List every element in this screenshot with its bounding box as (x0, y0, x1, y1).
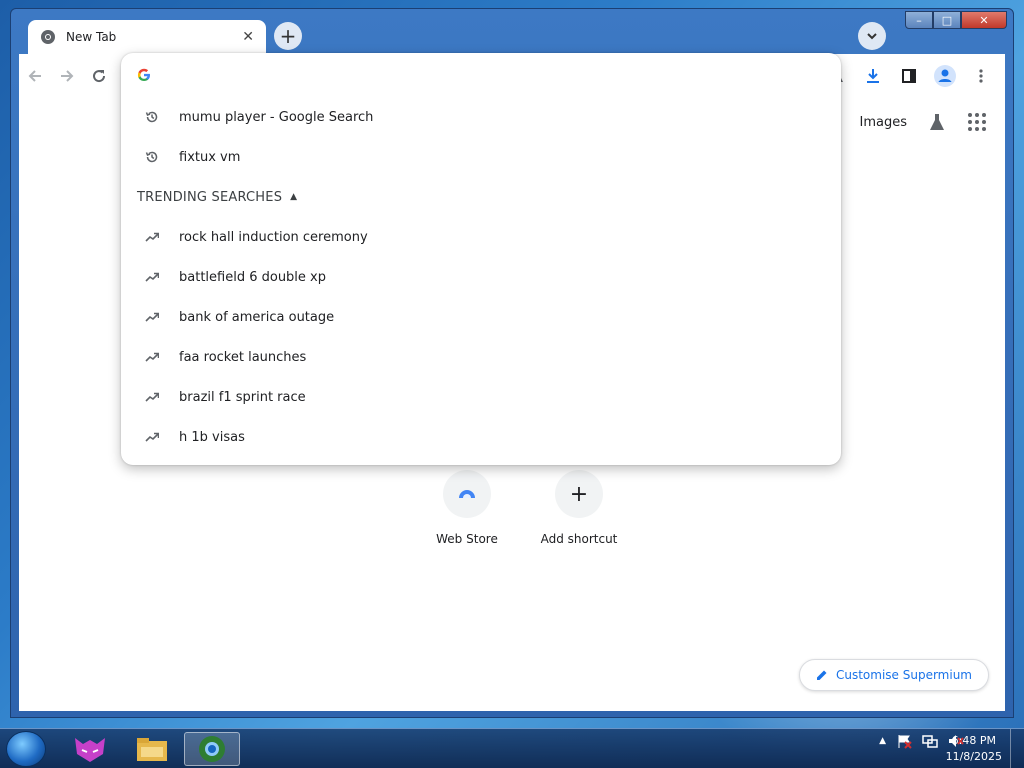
omnibox-input-row[interactable] (121, 53, 841, 97)
shortcut-web-store[interactable]: Web Store (417, 470, 517, 546)
window-controls: – □ ✕ (905, 11, 1007, 29)
suggestion-text: bank of america outage (179, 309, 335, 325)
taskbar-app-browser[interactable] (184, 732, 240, 766)
images-link[interactable]: Images (860, 115, 908, 130)
pencil-icon (816, 670, 827, 680)
profile-icon (934, 65, 956, 87)
show-desktop-button[interactable] (1010, 729, 1024, 768)
toolbar-actions (821, 60, 997, 92)
trending-icon (143, 310, 161, 324)
suggestion-text: rock hall induction ceremony (179, 229, 368, 245)
history-icon (143, 150, 161, 164)
suggestion-history[interactable]: mumu player - Google Search (121, 97, 841, 137)
trending-icon (143, 430, 161, 444)
google-icon (137, 68, 150, 81)
suggestion-text: brazil f1 sprint race (179, 389, 306, 405)
browser-window: – □ ✕ New Tab ✕ + Images Web Store + Add… (10, 8, 1014, 718)
start-button[interactable] (6, 731, 46, 767)
trending-icon (143, 350, 161, 364)
profile-button[interactable] (929, 60, 961, 92)
suggestion-text: fixtux vm (179, 149, 241, 165)
taskbar-app-fox[interactable] (62, 732, 118, 766)
menu-button[interactable] (965, 60, 997, 92)
arrow-left-icon (28, 70, 41, 82)
tab-search-button[interactable] (858, 22, 886, 50)
minimize-button[interactable]: – (905, 11, 933, 29)
browser-app-icon (199, 736, 225, 762)
web-store-icon (443, 470, 491, 518)
fox-app-icon (75, 738, 105, 762)
close-tab-icon[interactable]: ✕ (242, 29, 254, 45)
download-icon (867, 69, 879, 83)
new-tab-button[interactable]: + (274, 22, 302, 50)
arrow-right-icon (61, 70, 74, 82)
history-icon (143, 110, 161, 124)
reload-button[interactable] (83, 60, 115, 92)
plus-icon: + (555, 470, 603, 518)
side-panel-button[interactable] (893, 60, 925, 92)
taskbar: ▲ 6:48 PM 11/8/2025 (0, 728, 1024, 768)
action-center-flag-icon[interactable] (896, 733, 912, 749)
shortcut-label: Add shortcut (540, 532, 618, 546)
customise-button[interactable]: Customise Supermium (798, 659, 989, 691)
trending-icon (143, 390, 161, 404)
page-top-links: Images (860, 112, 988, 132)
customise-label: Customise Supermium (835, 668, 972, 682)
clock-time: 6:48 PM (951, 734, 996, 747)
plus-icon: + (279, 24, 297, 48)
close-window-button[interactable]: ✕ (961, 11, 1007, 29)
beaker-icon[interactable] (927, 112, 947, 132)
trending-header-label: TRENDING SEARCHES (137, 189, 283, 205)
chromium-icon (41, 30, 55, 44)
suggestion-trending[interactable]: faa rocket launches (121, 337, 841, 377)
shortcut-label: Web Store (436, 532, 498, 546)
chevron-down-icon (867, 33, 877, 40)
suggestion-text: battlefield 6 double xp (179, 269, 326, 285)
suggestion-trending[interactable]: rock hall induction ceremony (121, 217, 841, 257)
suggestion-trending[interactable]: battlefield 6 double xp (121, 257, 841, 297)
browser-tab[interactable]: New Tab ✕ (28, 20, 266, 54)
suggestion-trending[interactable]: brazil f1 sprint race (121, 377, 841, 417)
trending-icon (143, 270, 161, 284)
shortcut-add[interactable]: + Add shortcut (529, 470, 629, 546)
tray-expand-icon[interactable]: ▲ (879, 736, 886, 746)
taskbar-app-explorer[interactable] (124, 732, 180, 766)
side-panel-icon (902, 69, 916, 83)
trending-header[interactable]: TRENDING SEARCHES ▲ (121, 177, 841, 217)
trending-icon (143, 230, 161, 244)
suggestion-text: faa rocket launches (179, 349, 307, 365)
clock-date: 11/8/2025 (945, 750, 1002, 763)
trending-list: rock hall induction ceremony battlefield … (121, 217, 841, 457)
reload-icon (93, 70, 106, 83)
tab-title: New Tab (66, 30, 117, 44)
clock[interactable]: 6:48 PM 11/8/2025 (946, 733, 1002, 765)
kebab-menu-icon (979, 69, 983, 83)
caret-up-icon: ▲ (290, 192, 298, 202)
apps-grid-icon[interactable] (967, 112, 987, 132)
back-button[interactable] (19, 60, 51, 92)
suggestion-text: h 1b visas (179, 429, 245, 445)
network-icon[interactable] (922, 733, 938, 749)
omnibox-dropdown: mumu player - Google Search fixtux vm TR… (121, 53, 841, 465)
suggestion-trending[interactable]: bank of america outage (121, 297, 841, 337)
maximize-button[interactable]: □ (933, 11, 961, 29)
suggestion-history[interactable]: fixtux vm (121, 137, 841, 177)
suggestion-trending[interactable]: h 1b visas (121, 417, 841, 457)
folder-icon (137, 738, 167, 761)
forward-button[interactable] (51, 60, 83, 92)
suggestion-text: mumu player - Google Search (179, 109, 374, 125)
downloads-button[interactable] (857, 60, 889, 92)
